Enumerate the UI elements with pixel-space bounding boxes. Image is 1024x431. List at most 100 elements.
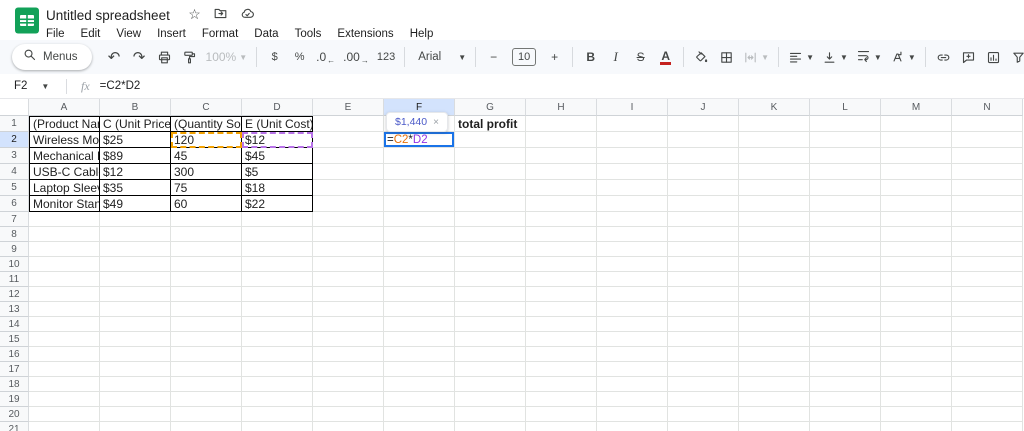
cell-E10[interactable] — [313, 257, 384, 272]
cell-I1[interactable] — [597, 116, 668, 132]
cell-N18[interactable] — [952, 377, 1023, 392]
cell-A19[interactable] — [29, 392, 100, 407]
cell-J21[interactable] — [668, 422, 739, 431]
cell-I14[interactable] — [597, 317, 668, 332]
cell-B19[interactable] — [100, 392, 171, 407]
merge-cells-button[interactable]: ▼ — [740, 45, 772, 69]
cell-K8[interactable] — [739, 227, 810, 242]
cell-B13[interactable] — [100, 302, 171, 317]
row-header-14[interactable]: 14 — [0, 317, 29, 332]
cell-J18[interactable] — [668, 377, 739, 392]
cell-B21[interactable] — [100, 422, 171, 431]
cell-M8[interactable] — [881, 227, 952, 242]
cell-B7[interactable] — [100, 212, 171, 227]
cell-N21[interactable] — [952, 422, 1023, 431]
cell-D3[interactable]: $45 — [242, 148, 313, 164]
cell-C2[interactable]: 120 — [171, 132, 242, 148]
column-header-E[interactable]: E — [313, 99, 384, 116]
cell-F15[interactable] — [384, 332, 455, 347]
cell-C14[interactable] — [171, 317, 242, 332]
decrease-font-size-button[interactable]: − — [482, 45, 505, 69]
cell-D2[interactable]: $12 — [242, 132, 313, 148]
cell-E17[interactable] — [313, 362, 384, 377]
cell-F19[interactable] — [384, 392, 455, 407]
cell-F20[interactable] — [384, 407, 455, 422]
cell-F21[interactable] — [384, 422, 455, 431]
bold-button[interactable]: B — [579, 45, 602, 69]
cell-I11[interactable] — [597, 272, 668, 287]
column-header-C[interactable]: C — [171, 99, 242, 116]
cell-G13[interactable] — [455, 302, 526, 317]
cell-J19[interactable] — [668, 392, 739, 407]
cell-I17[interactable] — [597, 362, 668, 377]
cell-N13[interactable] — [952, 302, 1023, 317]
font-select[interactable]: Arial▼ — [411, 45, 469, 69]
italic-button[interactable]: I — [604, 45, 627, 69]
cell-G12[interactable] — [455, 287, 526, 302]
cell-N19[interactable] — [952, 392, 1023, 407]
cell-E15[interactable] — [313, 332, 384, 347]
cell-A9[interactable] — [29, 242, 100, 257]
text-rotate-button[interactable]: ▼ — [887, 45, 919, 69]
cell-I5[interactable] — [597, 180, 668, 196]
cell-B17[interactable] — [100, 362, 171, 377]
cell-A3[interactable]: Mechanical Keyboard — [29, 148, 100, 164]
row-header-8[interactable]: 8 — [0, 227, 29, 242]
row-header-19[interactable]: 19 — [0, 392, 29, 407]
increase-font-size-button[interactable]: + — [543, 45, 566, 69]
row-header-3[interactable]: 3 — [0, 148, 29, 164]
insert-link-button[interactable] — [932, 45, 955, 69]
cloud-check-icon[interactable] — [240, 6, 255, 21]
cell-D21[interactable] — [242, 422, 313, 431]
move-folder-icon[interactable] — [213, 6, 228, 21]
cell-K18[interactable] — [739, 377, 810, 392]
cell-K3[interactable] — [739, 148, 810, 164]
cell-N2[interactable] — [952, 132, 1023, 148]
cell-G17[interactable] — [455, 362, 526, 377]
cell-E19[interactable] — [313, 392, 384, 407]
cell-M9[interactable] — [881, 242, 952, 257]
cell-H12[interactable] — [526, 287, 597, 302]
corner-box[interactable] — [0, 99, 29, 116]
cell-F13[interactable] — [384, 302, 455, 317]
row-header-16[interactable]: 16 — [0, 347, 29, 362]
strikethrough-button[interactable]: S — [629, 45, 652, 69]
cell-L3[interactable] — [810, 148, 881, 164]
cell-N4[interactable] — [952, 164, 1023, 180]
cell-K14[interactable] — [739, 317, 810, 332]
close-icon[interactable]: × — [433, 117, 439, 128]
cell-E18[interactable] — [313, 377, 384, 392]
cell-K19[interactable] — [739, 392, 810, 407]
cell-K20[interactable] — [739, 407, 810, 422]
cell-N7[interactable] — [952, 212, 1023, 227]
cell-A14[interactable] — [29, 317, 100, 332]
cell-H20[interactable] — [526, 407, 597, 422]
cell-I2[interactable] — [597, 132, 668, 148]
menus-search-button[interactable]: Menus — [12, 44, 92, 70]
cell-C15[interactable] — [171, 332, 242, 347]
insert-comment-button[interactable] — [957, 45, 980, 69]
formula-input[interactable]: =C2*D2 — [100, 80, 141, 92]
column-header-M[interactable]: M — [881, 99, 952, 116]
cell-B4[interactable]: $12 — [100, 164, 171, 180]
column-header-I[interactable]: I — [597, 99, 668, 116]
cell-N12[interactable] — [952, 287, 1023, 302]
cell-N3[interactable] — [952, 148, 1023, 164]
cell-C8[interactable] — [171, 227, 242, 242]
cell-J6[interactable] — [668, 196, 739, 212]
zoom-select[interactable]: 100%▼ — [203, 45, 251, 69]
cell-K16[interactable] — [739, 347, 810, 362]
column-header-J[interactable]: J — [668, 99, 739, 116]
cell-I7[interactable] — [597, 212, 668, 227]
cell-A12[interactable] — [29, 287, 100, 302]
cell-N14[interactable] — [952, 317, 1023, 332]
cell-H14[interactable] — [526, 317, 597, 332]
cell-L8[interactable] — [810, 227, 881, 242]
percent-format-button[interactable]: % — [288, 45, 311, 69]
cell-G9[interactable] — [455, 242, 526, 257]
cell-L6[interactable] — [810, 196, 881, 212]
cell-D5[interactable]: $18 — [242, 180, 313, 196]
cell-E20[interactable] — [313, 407, 384, 422]
menu-format[interactable]: Format — [195, 27, 245, 41]
cell-K10[interactable] — [739, 257, 810, 272]
